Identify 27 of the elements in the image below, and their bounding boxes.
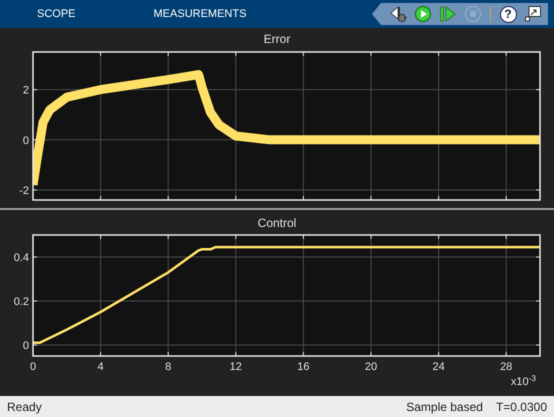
y-tick-label: 0 [22, 340, 29, 352]
x-tick-label: 0 [30, 361, 36, 373]
time-text: T=0.0300 [496, 398, 547, 416]
x-tick-label: 16 [297, 361, 310, 373]
sample-mode-text: Sample based [406, 398, 483, 416]
status-text: Ready [7, 398, 42, 416]
axis-exponent-label: x10$^{-3}$ [510, 374, 536, 390]
plot-title: Control [258, 216, 296, 230]
y-tick-label: -2 [19, 184, 29, 197]
settings-icon[interactable] [389, 5, 407, 23]
y-tick-label: 2 [22, 84, 29, 97]
tab[interactable]: MEASUREMENTS [144, 0, 256, 28]
help-button[interactable]: ? [498, 4, 518, 24]
y-tick-label: 0 [22, 134, 29, 147]
x-tick-label: 24 [432, 361, 445, 373]
x-tick-label: 28 [500, 361, 512, 373]
undock-icon[interactable] [524, 5, 542, 23]
plot-title: Error [264, 32, 290, 46]
x-tick-label: 12 [230, 361, 242, 373]
run-icon[interactable] [414, 5, 432, 23]
y-tick-label: 0.2 [14, 296, 29, 308]
y-tick-label: 0.4 [14, 252, 29, 264]
tab[interactable]: SCOPE [27, 0, 86, 28]
x-tick-label: 20 [364, 361, 378, 373]
step-forward-icon[interactable] [439, 5, 457, 23]
x-tick-label: 4 [98, 361, 104, 373]
x-tick-label: 8 [165, 361, 172, 373]
